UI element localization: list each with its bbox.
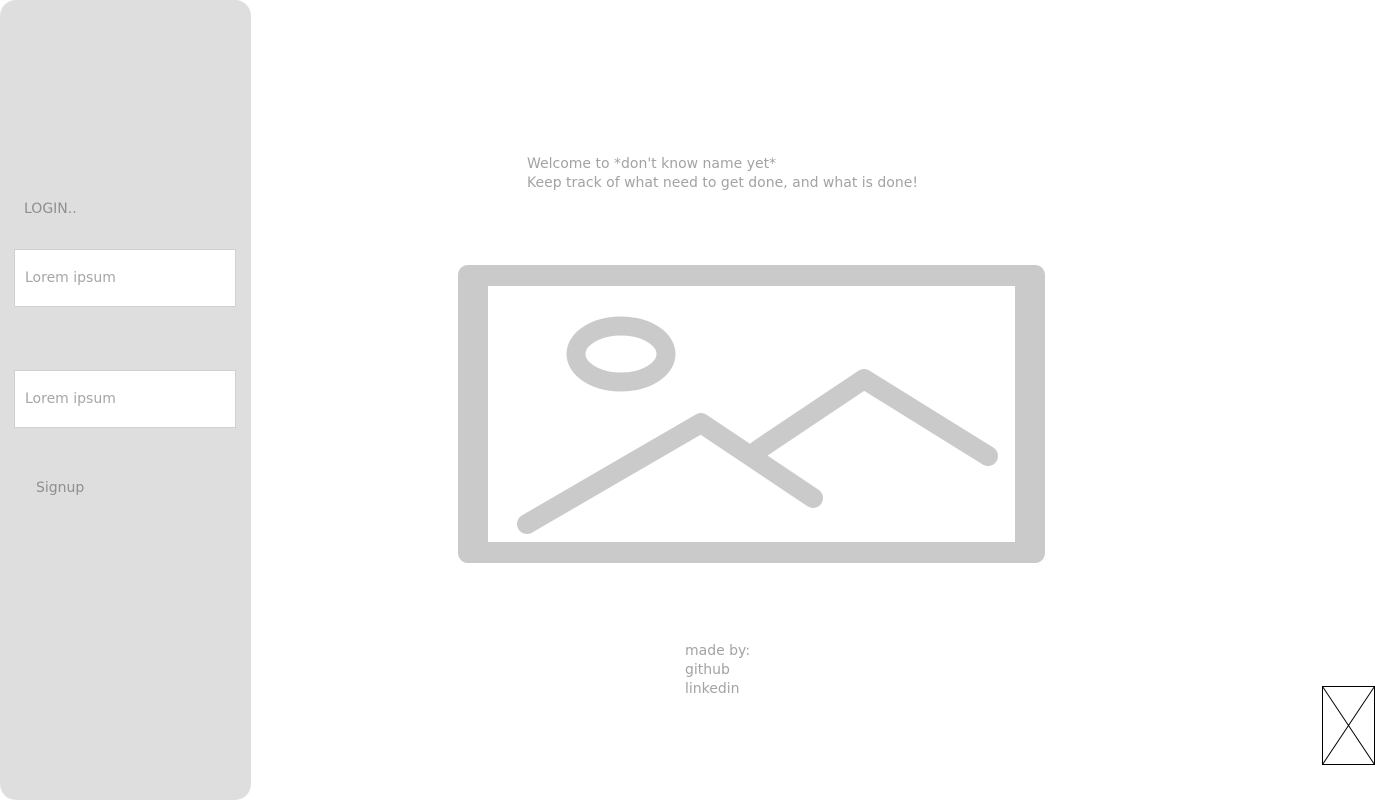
- signup-link[interactable]: Signup: [36, 480, 84, 496]
- login-sidebar: LOGIN.. Signup: [0, 0, 251, 800]
- welcome-heading: Welcome to *don't know name yet*: [527, 156, 777, 172]
- page: LOGIN.. Signup Welcome to *don't know na…: [0, 0, 1375, 800]
- made-by-label: made by:: [685, 643, 751, 659]
- welcome-subtitle: Keep track of what need to get done, and…: [527, 175, 918, 191]
- welcome-text: Welcome to *don't know name yet* Keep tr…: [527, 155, 918, 193]
- password-input[interactable]: [14, 370, 236, 428]
- github-link[interactable]: github: [685, 661, 750, 680]
- image-placeholder-icon: [458, 265, 1045, 563]
- footer-credits: made by: github linkedin: [685, 642, 750, 699]
- login-title: LOGIN..: [24, 201, 77, 217]
- corner-image-placeholder-icon: [1322, 686, 1375, 765]
- username-input[interactable]: [14, 249, 236, 307]
- linkedin-link[interactable]: linkedin: [685, 680, 750, 699]
